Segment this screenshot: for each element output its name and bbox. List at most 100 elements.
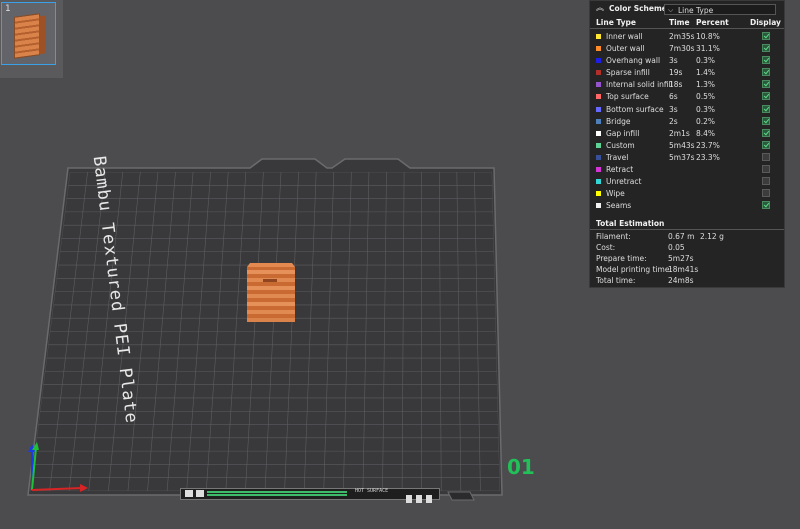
plate-stripe [207,491,347,497]
line-type-time: 2m35s [669,32,695,41]
line-type-name: Sparse infill [606,68,650,78]
line-type-name: Overhang wall [606,56,661,66]
estimation-label: Filament: [596,232,631,241]
line-type-row: Gap infill 2m1s 8.4% [590,128,784,140]
estimation-label: Cost: [596,243,616,252]
line-type-name: Top surface [606,92,649,102]
color-swatch [596,130,601,136]
color-swatch [596,46,601,52]
estimation-row: Model printing time: 18m41s [590,265,784,276]
line-type-row: Seams [590,200,784,212]
trash-icon [406,495,412,503]
color-scheme-header: ︽ Color Scheme ⌵ Line Type [590,1,784,17]
display-checkbox[interactable] [762,165,770,174]
display-checkbox[interactable] [762,80,770,89]
line-type-name: Unretract [606,177,642,187]
line-type-time: 5m43s [669,140,695,150]
qr-icon [185,490,193,497]
estimation-value: 5m27s [668,254,694,263]
line-type-time: 2s [669,116,678,126]
display-checkbox[interactable] [762,177,770,186]
printed-model[interactable] [247,263,295,322]
line-type-percent: 23.3% [696,152,720,162]
plate-bottom-icons [406,488,436,507]
color-swatch [596,106,601,112]
total-estimation-title: Total Estimation [596,219,665,228]
color-swatch [596,34,601,39]
display-checkbox[interactable] [762,68,770,77]
line-type-percent: 1.3% [696,80,716,90]
color-swatch [596,58,601,64]
display-checkbox[interactable] [762,189,770,198]
line-type-name: Wipe [606,189,625,199]
line-type-percent: 10.8% [696,32,720,41]
color-swatch [596,82,601,88]
column-header-time: Time [669,18,690,27]
display-checkbox[interactable] [762,32,770,40]
color-swatch [596,142,601,148]
line-type-row: Inner wall 2m35s 10.8% [590,31,784,43]
plate-number: 01 [507,455,535,479]
display-checkbox[interactable] [762,201,770,210]
estimation-row: Total time: 24m8s [590,276,784,287]
column-header-percent: Percent [696,18,729,27]
color-swatch [596,179,601,185]
display-checkbox[interactable] [762,140,770,149]
line-type-row: Bridge 2s 0.2% [590,116,784,128]
line-type-time: 2m1s [669,128,690,138]
plate-bottom-strip: HOT SURFACE [180,488,440,500]
estimation-divider [590,229,784,230]
estimation-value: 0.05 [668,243,685,252]
line-type-name: Bridge [606,116,631,126]
line-type-percent: 8.4% [696,128,716,138]
estimation-label: Model printing time: [596,265,672,274]
display-checkbox[interactable] [762,152,770,161]
estimation-value-secondary: 2.12 g [700,232,724,241]
line-type-percent: 0.3% [696,104,716,114]
line-type-time: 6s [669,92,678,102]
display-checkbox[interactable] [762,56,770,65]
display-checkbox[interactable] [762,92,770,101]
line-type-percent: 31.1% [696,44,720,54]
line-type-name: Inner wall [606,32,643,41]
line-type-row: Internal solid infill 18s 1.3% [590,79,784,91]
line-type-row: Unretract [590,176,784,188]
color-scheme-dropdown[interactable]: ⌵ Line Type [664,4,776,15]
hot-surface-label: HOT SURFACE [355,488,389,494]
display-checkbox[interactable] [762,128,770,137]
color-swatch [596,167,601,173]
line-type-time: 18s [669,80,683,90]
line-type-row: Outer wall 7m30s 31.1% [590,43,784,55]
line-type-row: Travel 5m37s 23.3% [590,152,784,164]
line-type-percent: 0.2% [696,116,716,126]
line-type-name: Custom [606,140,635,150]
line-type-name: Travel [606,152,629,162]
chevron-down-icon: ⌵ [668,6,674,14]
display-checkbox[interactable] [762,44,770,53]
line-type-name: Outer wall [606,44,645,54]
collapse-icon[interactable]: ︽ [595,3,605,13]
line-type-name: Bottom surface [606,104,664,114]
line-type-row: Overhang wall 3s 0.3% [590,55,784,67]
column-header-line-type: Line Type [596,18,636,27]
line-type-time: 3s [669,104,678,114]
estimation-row: Prepare time: 5m27s [590,254,784,265]
line-type-percent: 1.4% [696,68,716,78]
line-type-time: 19s [669,68,683,78]
total-estimation-list: Filament: 0.67 m 2.12 g Cost: 0.05 Prepare ti… [590,232,784,287]
display-checkbox[interactable] [762,116,770,125]
line-type-row: Retract [590,164,784,176]
line-type-row: Custom 5m43s 23.7% [590,140,784,152]
estimation-label: Prepare time: [596,254,647,263]
line-type-name: Gap infill [606,128,640,138]
estimation-label: Total time: [596,276,636,285]
line-type-list: Inner wall 2m35s 10.8% Outer wall 7m30s 31.1%… [590,31,784,212]
line-type-row: Top surface 6s 0.5% [590,91,784,103]
display-checkbox[interactable] [762,104,770,113]
header-divider [590,28,784,29]
color-scheme-selected: Line Type [678,6,714,15]
line-type-name: Seams [606,201,632,211]
line-type-time: 7m30s [669,44,695,54]
frame-icon [416,495,422,503]
estimation-value: 24m8s [668,276,694,285]
